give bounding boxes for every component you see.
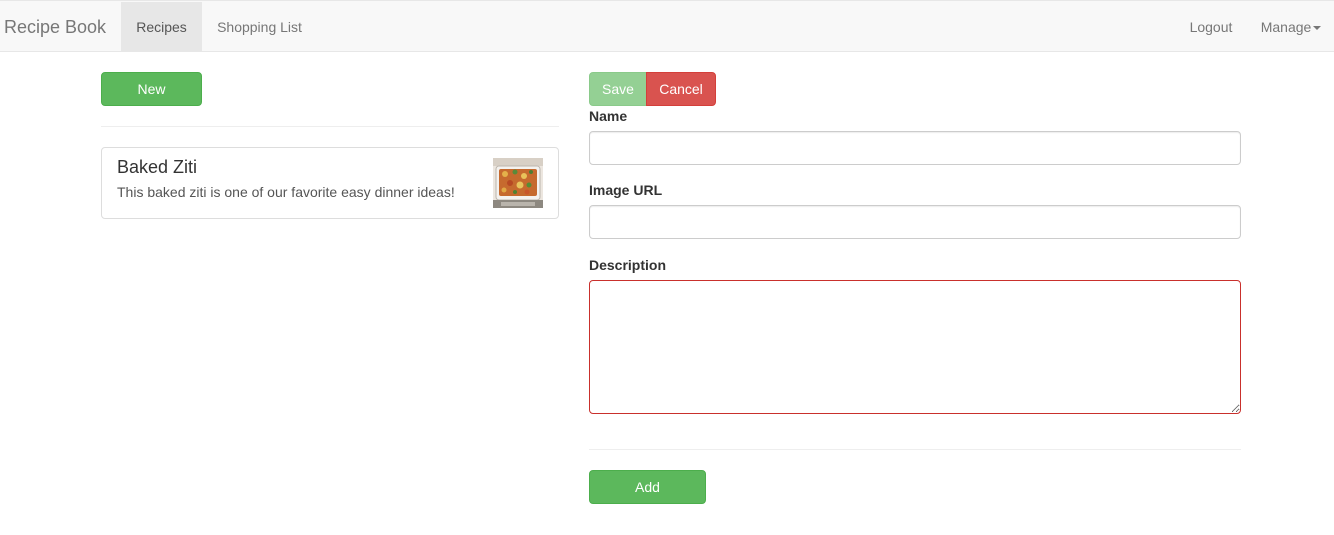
name-label: Name [589, 108, 628, 124]
divider [589, 449, 1241, 450]
add-ingredient-button[interactable]: Add Ingredient [589, 470, 706, 527]
image-url-label: Image URL [589, 182, 663, 198]
recipe-name: Baked Ziti [117, 157, 198, 177]
caret-down-icon [1313, 26, 1322, 31]
new-recipe-button[interactable]: New Recipe [101, 72, 202, 129]
manage-label: Manage [1260, 19, 1312, 35]
tab-shopping-list[interactable]: Shopping List [202, 2, 317, 52]
image-url-input[interactable] [589, 205, 1241, 239]
recipe-list-item[interactable]: Baked Ziti This baked ziti is one of our… [101, 147, 559, 219]
baked-ziti-thumbnail [493, 158, 543, 208]
name-input[interactable] [589, 131, 1241, 165]
description-label: Description [589, 257, 667, 273]
logout-link[interactable]: Logout [1174, 2, 1248, 52]
recipe-description: This baked ziti is one of our favorite e… [117, 184, 455, 200]
brand-link[interactable]: Recipe Book [4, 2, 106, 52]
navbar: Recipe Book Recipes Shopping List Logout… [0, 0, 1334, 52]
cancel-button[interactable]: Cancel [646, 72, 716, 106]
tab-recipes[interactable]: Recipes [121, 2, 202, 52]
divider [101, 126, 559, 127]
save-button[interactable]: Save [589, 72, 647, 106]
manage-dropdown[interactable]: Manage [1248, 2, 1334, 52]
description-textarea[interactable] [589, 280, 1241, 414]
recipe-thumbnail-image [493, 158, 543, 208]
